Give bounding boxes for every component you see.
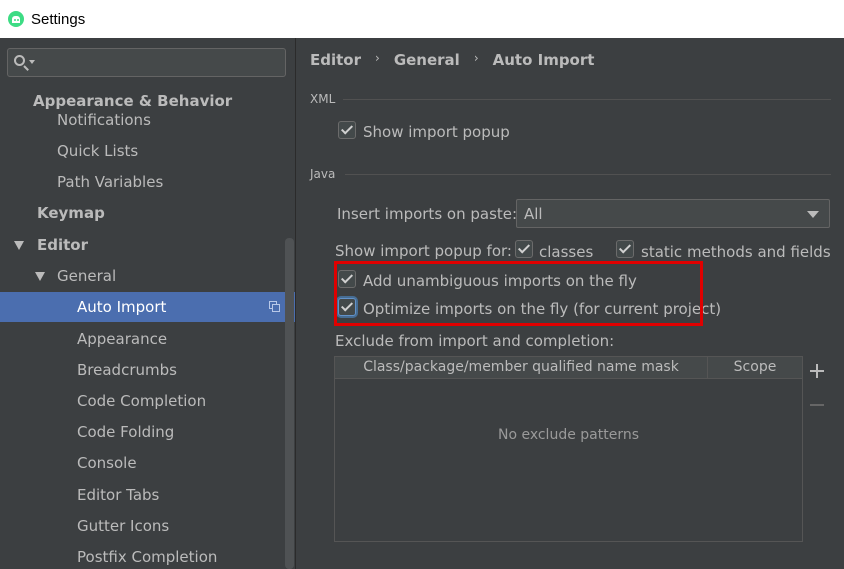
tree-item-editor[interactable]: Editor xyxy=(0,230,288,260)
static-methods-label[interactable]: static methods and fields xyxy=(641,243,831,261)
exclude-label: Exclude from import and completion: xyxy=(335,332,615,350)
breadcrumb-auto-import: Auto Import xyxy=(492,51,595,69)
title-bar: Settings xyxy=(0,0,844,38)
search-input[interactable] xyxy=(38,52,278,73)
window-title: Settings xyxy=(31,10,86,28)
tree-item-breadcrumbs[interactable]: Breadcrumbs xyxy=(0,355,288,385)
table-header: Class/package/member qualified name mask… xyxy=(335,357,802,379)
tree-item-editor-tabs[interactable]: Editor Tabs xyxy=(0,480,288,510)
breadcrumb-separator: › xyxy=(473,51,479,65)
chevron-down-icon xyxy=(807,211,819,218)
section-divider xyxy=(345,174,831,175)
tree-item-quick-lists[interactable]: Quick Lists xyxy=(0,136,288,166)
expanded-arrow-icon[interactable] xyxy=(14,241,24,250)
tree-item-notifications[interactable]: Notifications xyxy=(0,105,288,135)
tree-item-general[interactable]: General xyxy=(0,261,288,291)
sidebar-scrollbar[interactable] xyxy=(285,238,294,569)
tree-item-appearance[interactable]: Appearance xyxy=(0,324,288,354)
insert-imports-value: All xyxy=(524,205,543,223)
expanded-arrow-icon[interactable] xyxy=(35,272,45,281)
breadcrumb-general[interactable]: General xyxy=(394,51,460,69)
settings-search[interactable] xyxy=(7,48,286,77)
insert-imports-label: Insert imports on paste: xyxy=(337,205,518,223)
table-empty-text: No exclude patterns xyxy=(497,427,640,443)
show-import-popup-for-label: Show import popup for: xyxy=(335,242,512,260)
tree-item-gutter-icons[interactable]: Gutter Icons xyxy=(0,511,288,541)
section-title-xml: XML xyxy=(310,92,336,106)
exclude-table[interactable]: Class/package/member qualified name mask… xyxy=(334,356,803,542)
insert-imports-select[interactable]: All xyxy=(516,199,830,228)
tree-item-auto-import[interactable]: Auto Import xyxy=(0,292,295,322)
search-icon[interactable] xyxy=(13,54,35,72)
section-title-java: Java xyxy=(310,167,336,181)
settings-sidebar: Appearance & Behavior Notifications Quic… xyxy=(0,38,296,569)
breadcrumb-editor[interactable]: Editor xyxy=(310,51,361,69)
breadcrumb: Editor › General › Auto Import xyxy=(310,50,594,70)
breadcrumb-separator: › xyxy=(375,51,380,65)
static-methods-checkbox[interactable] xyxy=(616,240,634,258)
android-studio-icon xyxy=(8,11,24,27)
highlight-annotation-box xyxy=(334,261,703,326)
show-import-popup-xml-label[interactable]: Show import popup xyxy=(363,123,510,141)
classes-label[interactable]: classes xyxy=(539,243,593,261)
copy-icon xyxy=(269,301,281,313)
tree-item-postfix-completion[interactable]: Postfix Completion xyxy=(0,542,288,569)
section-divider xyxy=(343,99,831,100)
classes-checkbox[interactable] xyxy=(515,240,533,258)
settings-content: Editor › General › Auto Import XML Show … xyxy=(297,38,844,569)
column-header-scope[interactable]: Scope xyxy=(708,357,802,379)
remove-icon xyxy=(810,404,824,406)
tree-item-code-completion[interactable]: Code Completion xyxy=(0,386,288,416)
tree-item-console[interactable]: Console xyxy=(0,448,288,478)
add-icon[interactable] xyxy=(810,364,824,378)
column-header-mask[interactable]: Class/package/member qualified name mask xyxy=(335,357,707,379)
tree-item-code-folding[interactable]: Code Folding xyxy=(0,417,288,447)
tree-item-path-variables[interactable]: Path Variables xyxy=(0,167,288,197)
tree-item-keymap[interactable]: Keymap xyxy=(0,198,288,228)
show-import-popup-xml-checkbox[interactable] xyxy=(338,121,356,139)
